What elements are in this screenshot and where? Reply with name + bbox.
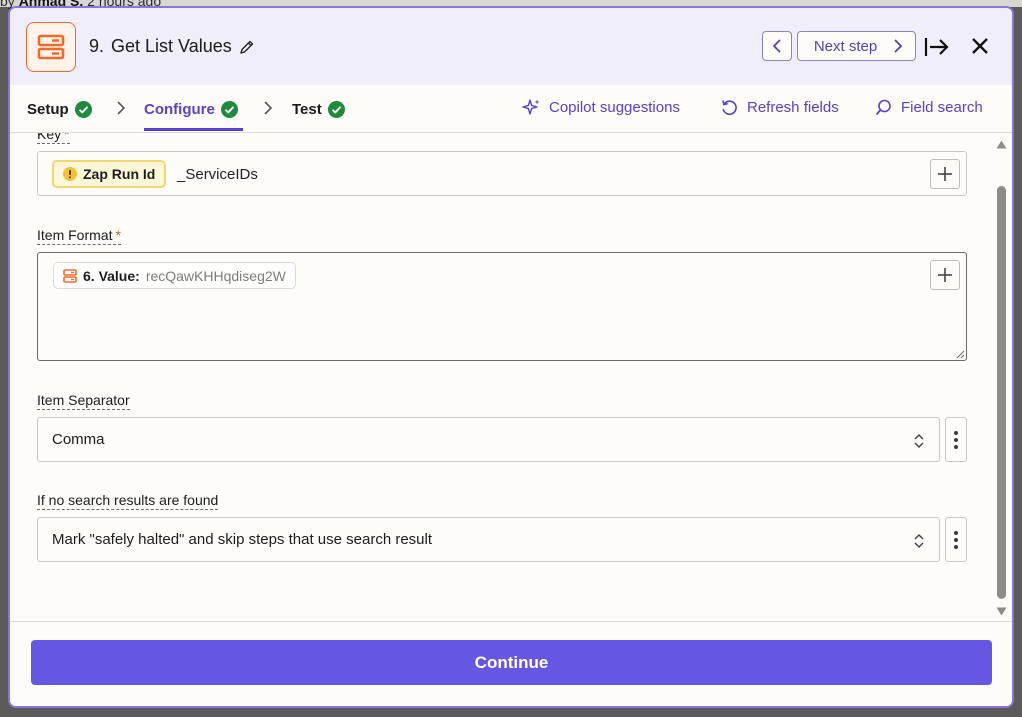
insert-data-button[interactable] [930,260,960,290]
previous-step-button[interactable] [762,31,792,61]
form-scrollbar[interactable] [994,133,1008,621]
chevron-right-icon [264,101,273,115]
value-pill-value: recQawKHHqdiseg2W [145,267,286,284]
database-icon [37,34,65,60]
copilot-suggestions-label: Copilot suggestions [549,99,680,116]
plus-icon [938,268,952,282]
value-pill-key: 6. Value: [83,267,140,284]
no-results-options-button[interactable] [945,517,967,562]
kebab-dot [954,544,958,549]
no-results-label-text: If no search results are found [37,492,219,508]
continue-button[interactable]: Continue [31,640,992,685]
zap-run-id-label: Zap Run Id [83,166,156,182]
no-results-value: Mark "safely halted" and skip steps that… [52,531,433,548]
field-search-label: Field search [901,99,983,116]
panel-footer: Continue [10,621,1012,706]
no-results-select[interactable]: Mark "safely halted" and skip steps that… [37,517,940,562]
key-suffix-text: _ServiceIDs [177,166,258,183]
close-icon[interactable] [970,36,990,56]
chevron-up-down-icon [914,533,924,549]
item-format-textarea[interactable]: 6. Value: recQawKHHqdiseg2W [37,252,967,361]
next-step-button[interactable]: Next step [797,31,916,61]
zap-run-id-pill[interactable]: Zap Run Id [52,160,167,188]
item-separator-label: Item Separator [37,392,130,410]
copilot-suggestions-button[interactable]: Copilot suggestions [522,98,680,117]
item-separator-options-button[interactable] [945,417,967,462]
kebab-dot [954,437,958,442]
scroll-up-icon[interactable] [996,140,1007,149]
check-circle-icon [220,100,238,118]
step-number: 9. [89,36,105,56]
sparkle-icon [522,99,540,115]
item-separator-value: Comma [52,431,105,448]
item-format-label-text: Item Format [37,227,113,243]
next-step-label: Next step [813,37,878,55]
resize-handle-icon[interactable] [956,350,965,359]
scroll-down-icon[interactable] [996,607,1007,616]
search-icon [875,99,891,116]
tab-test[interactable]: Test [292,99,345,119]
item-separator-select[interactable]: Comma [37,417,940,462]
warning-icon [63,167,77,181]
chevron-right-icon [894,39,903,53]
kebab-dot [954,537,958,542]
tab-setup-label: Setup [27,100,69,118]
collapse-panel-icon[interactable] [924,36,950,58]
step-title-text: Get List Values [111,36,232,56]
tab-test-label: Test [292,100,322,118]
refresh-icon [722,100,737,115]
required-mark: * [64,133,70,142]
field-search-button[interactable]: Field search [874,98,983,117]
chevron-up-down-icon [914,433,924,449]
kebab-dot [954,430,958,435]
step-tabs: Setup Configure Test Copilot suggestions… [10,85,1012,133]
database-icon [63,268,77,283]
key-label: Key * [37,133,70,144]
refresh-fields-button[interactable]: Refresh fields [720,98,839,117]
key-input[interactable]: Zap Run Id _ServiceIDs [37,151,967,196]
plus-icon [938,167,952,181]
required-mark: * [115,227,121,243]
scroll-thumb[interactable] [997,186,1006,599]
no-results-label: If no search results are found [37,492,219,510]
active-tab-indicator [144,128,243,131]
tab-configure-label: Configure [144,100,215,118]
step-title[interactable]: 9. Get List Values [89,36,255,57]
panel-header: 9. Get List Values Next step [10,8,1012,85]
step-editor-panel: 9. Get List Values Next step Setup Confi… [8,6,1014,708]
check-circle-icon [327,100,345,118]
chevron-right-icon [117,101,126,115]
tab-setup[interactable]: Setup [27,99,92,119]
key-label-text: Key [37,133,62,142]
pencil-icon[interactable] [239,39,255,55]
tab-configure[interactable]: Configure [144,99,238,119]
app-icon [26,22,76,72]
item-separator-label-text: Item Separator [37,392,130,408]
configure-form: Key * Zap Run Id _ServiceIDs Item Format… [10,133,1012,621]
chevron-left-icon [772,39,781,53]
refresh-fields-label: Refresh fields [747,99,839,116]
value-pill[interactable]: 6. Value: recQawKHHqdiseg2W [53,262,296,289]
kebab-dot [954,444,958,449]
check-circle-icon [74,100,92,118]
insert-data-button[interactable] [930,159,960,189]
kebab-dot [954,530,958,535]
item-format-label: Item Format * [37,227,121,245]
